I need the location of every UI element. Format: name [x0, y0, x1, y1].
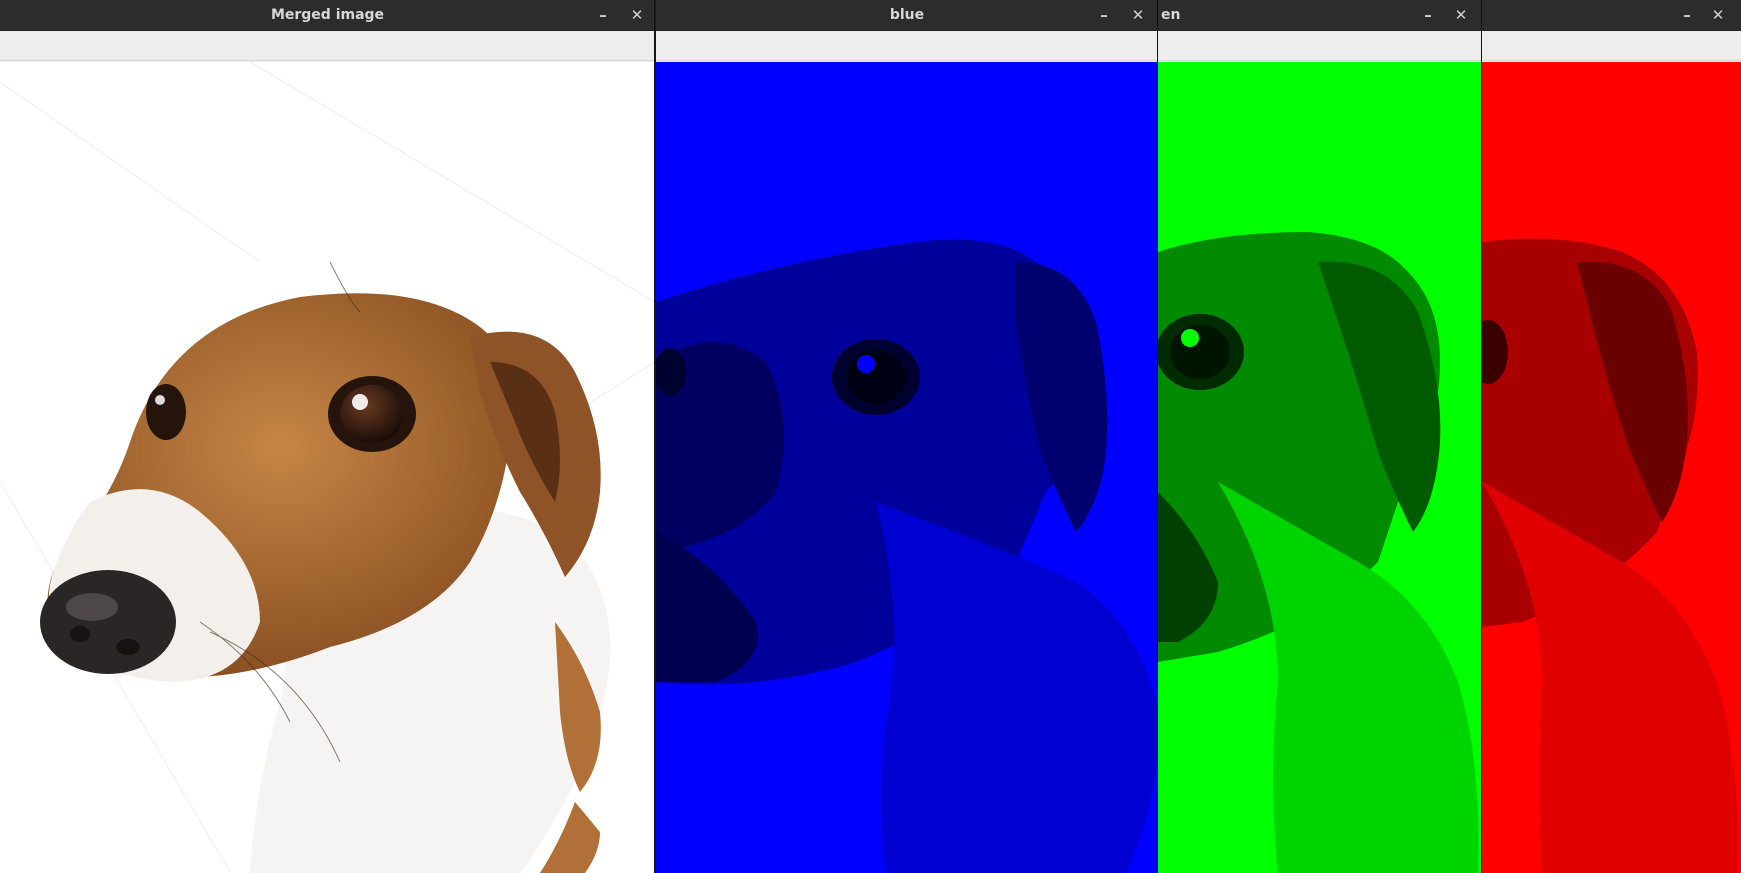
close-icon[interactable]: ✕	[1451, 5, 1471, 25]
blue-channel-canvas	[656, 62, 1158, 873]
close-icon[interactable]: ✕	[1128, 5, 1148, 25]
minimize-icon[interactable]: –	[593, 5, 613, 25]
green-window-titlebar[interactable]: en – ✕	[1158, 0, 1482, 31]
window-edge	[1481, 0, 1482, 873]
window-edge	[1157, 0, 1158, 873]
close-icon[interactable]: ✕	[627, 5, 647, 25]
minimize-icon[interactable]: –	[1677, 5, 1697, 25]
close-icon[interactable]: ✕	[1708, 5, 1728, 25]
minimize-icon[interactable]: –	[1418, 5, 1438, 25]
blue-window-toolbar	[656, 32, 1158, 61]
blue-window-title: blue	[889, 7, 925, 23]
merged-window-title: Merged image	[270, 7, 385, 23]
red-channel-canvas	[1482, 62, 1741, 873]
red-window-toolbar	[1482, 32, 1741, 61]
merged-window-toolbar	[0, 32, 655, 61]
dog-photo-blue	[656, 239, 1158, 873]
window-edge	[654, 0, 655, 873]
red-window-titlebar[interactable]: – ✕	[1482, 0, 1741, 31]
red-channel-window: – ✕	[1482, 0, 1741, 873]
merged-image-window: Merged image – ✕	[0, 0, 655, 873]
merged-image-canvas	[0, 62, 655, 873]
dog-photo-green	[1158, 232, 1479, 873]
blue-channel-window: blue – ✕	[656, 0, 1158, 873]
green-channel-window: en – ✕	[1158, 0, 1482, 873]
dog-photo-red	[1482, 238, 1738, 873]
green-channel-canvas	[1158, 62, 1482, 873]
blue-window-titlebar[interactable]: blue – ✕	[656, 0, 1158, 31]
minimize-icon[interactable]: –	[1094, 5, 1114, 25]
green-window-toolbar	[1158, 32, 1482, 61]
dog-photo-merged	[0, 62, 655, 873]
green-window-title: en	[1161, 7, 1181, 23]
merged-window-titlebar[interactable]: Merged image – ✕	[0, 0, 655, 31]
